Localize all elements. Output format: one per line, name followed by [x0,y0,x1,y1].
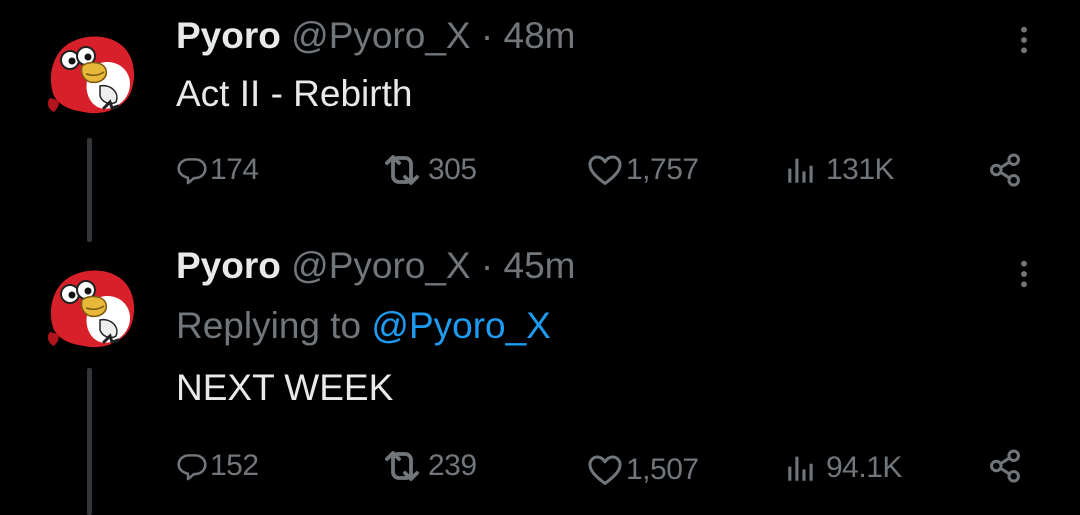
speech-bubble-icon [176,450,208,482]
thread-line [87,368,92,515]
bar-chart-icon [784,451,818,485]
like-button[interactable]: 1,507 [586,448,699,492]
view-count: 131K [826,153,895,186]
repost-count: 239 [428,449,477,482]
replying-to-label: Replying to [176,305,362,346]
reply-button[interactable]: 174 [176,148,259,192]
like-button[interactable]: 1,757 [586,148,699,192]
repost-count: 305 [428,153,477,186]
mention-link[interactable]: @Pyoro_X [371,305,550,346]
reply-count: 152 [210,449,259,482]
timestamp[interactable]: 45m [504,245,576,286]
user-handle[interactable]: @Pyoro_X [291,245,470,286]
more-options-icon[interactable] [1006,18,1042,62]
user-handle[interactable]: @Pyoro_X [291,15,470,56]
views-button[interactable]: 94.1K [784,446,902,490]
reply-button[interactable]: 152 [176,444,259,488]
avatar[interactable] [44,26,140,122]
tweet-header: Pyoro @Pyoro_X · 45m [176,244,576,288]
display-name[interactable]: Pyoro [176,245,281,286]
tweet-text: Act II - Rebirth [176,73,413,114]
share-button[interactable] [986,148,1024,192]
timestamp[interactable]: 48m [504,15,576,56]
thread-line [87,138,92,242]
like-count: 1,507 [626,453,699,486]
more-options-icon[interactable] [1006,252,1042,296]
separator-dot: · [480,245,494,286]
repost-button[interactable]: 305 [378,148,477,192]
repost-arrows-icon [385,451,419,481]
reply-count: 174 [210,153,259,186]
avatar[interactable] [44,260,140,356]
share-icon [986,447,1024,485]
view-count: 94.1K [826,451,902,484]
tweet[interactable]: Pyoro @Pyoro_X · 48m Act II - Rebirth 17… [0,0,1080,250]
like-count: 1,757 [626,153,699,186]
display-name[interactable]: Pyoro [176,15,281,56]
speech-bubble-icon [176,154,208,186]
views-button[interactable]: 131K [784,148,895,192]
tweet-text: NEXT WEEK [176,367,394,408]
heart-icon [586,451,624,489]
bar-chart-icon [784,153,818,187]
share-button[interactable] [986,444,1024,488]
repost-button[interactable]: 239 [378,444,477,488]
heart-icon [586,151,624,189]
replying-to-line: Replying to @Pyoro_X [176,304,551,348]
tweet-header: Pyoro @Pyoro_X · 48m [176,14,576,58]
share-icon [986,151,1024,189]
separator-dot: · [480,15,494,56]
repost-arrows-icon [385,155,419,185]
tweet[interactable]: Pyoro @Pyoro_X · 45m Replying to @Pyoro_… [0,245,1080,515]
